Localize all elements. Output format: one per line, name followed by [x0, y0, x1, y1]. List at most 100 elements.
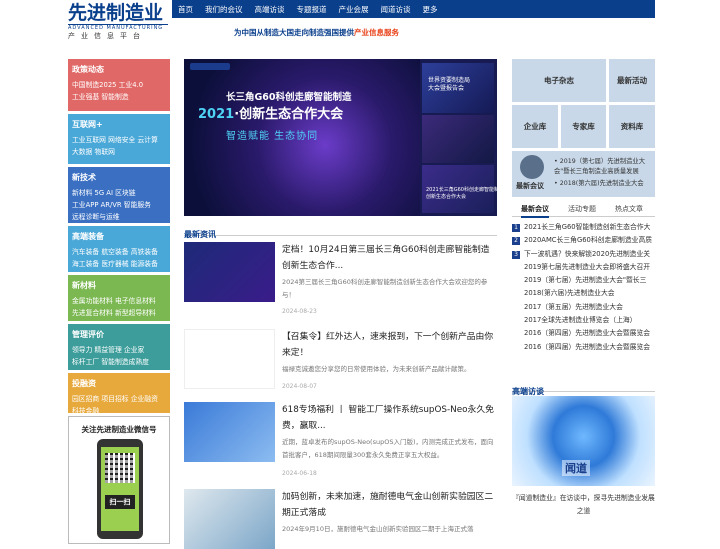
- category-newtech[interactable]: 新技术新材料 5G AI 区块链 工业APP AR/VR 智能服务 远程诊断与运维: [68, 167, 170, 223]
- main-nav: 首页 我们的会议 高端访谈 专题报道 产业会展 闻道访谈 更多: [172, 0, 655, 18]
- category-links[interactable]: 大数据 物联网: [72, 146, 166, 158]
- list-item-text[interactable]: 2016（第四届）先进制造业大会暨展览会: [524, 343, 650, 351]
- news-title[interactable]: 定档！10月24日第三届长三角G60科创走廊智能制造创新生态合作...: [282, 242, 497, 274]
- interview-caption[interactable]: 『闻道制造业』在访谈中，探寻先进制造业发展之道: [512, 492, 655, 518]
- category-links[interactable]: 远程诊断与运维: [72, 211, 166, 223]
- list-item[interactable]: 2 2020AMC长三角G60科创走廊制造业高质: [512, 234, 655, 247]
- category-links[interactable]: 园区招商 项目招标 企业融资: [72, 393, 166, 405]
- category-policy[interactable]: 政策动态中国制造2025 工业4.0 工业强基 智能制造: [68, 59, 170, 111]
- news-thumbnail[interactable]: [184, 402, 275, 462]
- interview-banner[interactable]: 闻道: [512, 396, 655, 486]
- banner-side-thumb-2[interactable]: [422, 115, 494, 163]
- tab-latest-meetings[interactable]: 最新会议: [521, 204, 549, 218]
- category-links[interactable]: 工业APP AR/VR 智能服务: [72, 199, 166, 211]
- banner-side-thumb-1[interactable]: 世界资要制造局 大会暨报告会: [422, 63, 494, 113]
- list-item[interactable]: 1 2021长三角G60智能制造创新生态合作大: [512, 221, 655, 234]
- category-title[interactable]: 投融资: [72, 378, 166, 389]
- category-sidebar: 政策动态中国制造2025 工业4.0 工业强基 智能制造 互联网+ 工业互联网 网络…: [68, 59, 170, 544]
- category-links[interactable]: 标杆工厂 智能制造成熟度: [72, 356, 166, 368]
- news-item[interactable]: 618专场福利 丨 智能工厂操作系统supOS-Neo永久免费，赢取... 近期…: [184, 402, 497, 480]
- tile-resources[interactable]: 资料库: [609, 105, 655, 148]
- list-item[interactable]: 2017全球先进制造业博览会（上海）: [512, 314, 655, 327]
- category-management[interactable]: 管理评价领导力 精益管理 企业家 标杆工厂 智能制造成熟度: [68, 324, 170, 370]
- list-item[interactable]: 2019（第七届）先进制造业大会"暨长三: [512, 274, 655, 287]
- category-links[interactable]: 新材料 5G AI 区块链: [72, 187, 166, 199]
- list-item-text[interactable]: 2019（第七届）先进制造业大会"暨长三: [524, 276, 646, 284]
- conference-tabs: 最新会议 活动专题 热点文章: [512, 202, 655, 218]
- category-title[interactable]: 互联网+: [72, 119, 166, 130]
- news-title[interactable]: 618专场福利 丨 智能工厂操作系统supOS-Neo永久免费，赢取...: [282, 402, 497, 434]
- list-item[interactable]: 2019第七届先进制造业大会即将盛大召开: [512, 261, 655, 274]
- tile-experts[interactable]: 专家库: [561, 105, 606, 148]
- list-item[interactable]: 2016（第四届）先进制造业大会暨展览会: [512, 341, 655, 354]
- category-links[interactable]: 工业强基 智能制造: [72, 91, 166, 103]
- category-title[interactable]: 新技术: [72, 172, 166, 183]
- nav-item-more[interactable]: 更多: [423, 4, 438, 15]
- category-title[interactable]: 政策动态: [72, 64, 166, 75]
- news-thumbnail[interactable]: [184, 489, 275, 549]
- category-materials[interactable]: 新材料金属功能材料 电子信息材料 先进复合材料 新型超导材料: [68, 275, 170, 321]
- category-internet[interactable]: 互联网+ 工业互联网 网络安全 云计算 大数据 物联网: [68, 114, 170, 164]
- rank-badge: 3: [512, 250, 520, 259]
- category-links[interactable]: 中国制造2025 工业4.0: [72, 79, 166, 91]
- category-links[interactable]: 先进复合材料 新型超导材料: [72, 307, 166, 319]
- category-equipment[interactable]: 高端装备汽车装备 航空装备 高铁装备 海工装备 医疗器械 能源装备: [68, 226, 170, 272]
- logo-text: 先进制造业: [68, 2, 164, 24]
- category-links[interactable]: 汽车装备 航空装备 高铁装备: [72, 246, 166, 258]
- meeting-link[interactable]: 会"暨长三角制造业高质量发展: [554, 167, 639, 177]
- list-item-text[interactable]: 2019第七届先进制造业大会即将盛大召开: [524, 263, 650, 271]
- news-thumbnail[interactable]: [184, 242, 275, 302]
- news-item[interactable]: 【召集令】红外达人，速来报到，下一个创新产品由你来定！ 福禄克诚邀您分享您的日常…: [184, 329, 497, 390]
- news-date: 2024-08-07: [282, 383, 317, 390]
- news-thumbnail[interactable]: [184, 329, 275, 389]
- list-item-text[interactable]: 2017（第五届）先进制造业大会: [524, 303, 623, 311]
- news-desc: 福禄克诚邀您分享您的日常使用体验，为未来创新产品献计献策。: [282, 365, 471, 373]
- news-item[interactable]: 加码创新，未来加速，施耐德电气金山创新实验园区二期正式落成 2024年9月10日…: [184, 489, 497, 549]
- list-item[interactable]: 2017（第五届）先进制造业大会: [512, 301, 655, 314]
- category-title[interactable]: 新材料: [72, 280, 166, 291]
- meeting-link[interactable]: • 2019（第七届）先进制造业大: [554, 157, 645, 167]
- site-logo[interactable]: 先进制造业 ADVANCED MANUFACTURING 产业信息平台: [68, 3, 168, 41]
- list-item-text[interactable]: 2016（第四届）先进制造业大会暨展览会: [524, 329, 650, 337]
- category-title[interactable]: 管理评价: [72, 329, 166, 340]
- nav-item-home[interactable]: 首页: [178, 4, 193, 15]
- nav-item-wendao[interactable]: 闻道访谈: [381, 4, 411, 15]
- news-title[interactable]: 加码创新，未来加速，施耐德电气金山创新实验园区二期正式落成: [282, 489, 497, 521]
- category-links[interactable]: 工业互联网 网络安全 云计算: [72, 134, 166, 146]
- tile-activities[interactable]: 最新活动: [609, 59, 655, 102]
- nav-item-features[interactable]: 专题报道: [297, 4, 327, 15]
- wechat-title: 关注先进制造业微信号: [81, 425, 157, 434]
- nav-item-interviews[interactable]: 高端访谈: [255, 4, 285, 15]
- tab-hot-articles[interactable]: 热点文章: [615, 204, 643, 214]
- tile-magazine[interactable]: 电子杂志: [512, 59, 606, 102]
- list-item-text[interactable]: 2020AMC长三角G60科创走廊制造业高质: [524, 236, 652, 244]
- news-title[interactable]: 【召集令】红外达人，速来报到，下一个创新产品由你来定！: [282, 329, 497, 361]
- category-finance[interactable]: 投融资 园区招商 项目招标 企业融资 科技金融: [68, 373, 170, 415]
- list-item-text[interactable]: 2018(第六届)先进制造业大会: [524, 289, 615, 297]
- logo-en: ADVANCED MANUFACTURING: [68, 24, 168, 31]
- meeting-link[interactable]: • 2018(第六届)先进制造业大会: [554, 179, 644, 189]
- banner-line2: 2021·创新生态合作大会: [198, 103, 343, 122]
- list-item-text[interactable]: 2017全球先进制造业博览会（上海）: [524, 316, 636, 324]
- right-column: 电子杂志 最新活动 企业库 专家库 资料库 最新会议 • 2019（第七届）先进…: [512, 59, 655, 207]
- nav-item-meetings[interactable]: 我们的会议: [205, 4, 243, 15]
- list-item-text[interactable]: 下一波机遇？快来解锁2020先进制造业关: [524, 250, 650, 258]
- category-links[interactable]: 金属功能材料 电子信息材料: [72, 295, 166, 307]
- tab-activity-topics[interactable]: 活动专题: [568, 204, 596, 214]
- rank-badge: 1: [512, 224, 520, 232]
- nav-item-expo[interactable]: 产业会展: [339, 4, 369, 15]
- list-item-text[interactable]: 2021长三角G60智能制造创新生态合作大: [524, 223, 650, 231]
- tile-enterprises[interactable]: 企业库: [512, 105, 558, 148]
- latest-news-header: 最新资讯: [184, 222, 497, 244]
- tile-meetings[interactable]: 最新会议 • 2019（第七届）先进制造业大 会"暨长三角制造业高质量发展 • …: [512, 151, 655, 197]
- news-item[interactable]: 定档！10月24日第三届长三角G60科创走廊智能制造创新生态合作... 2024…: [184, 242, 497, 320]
- list-item[interactable]: 3 下一波机遇？快来解锁2020先进制造业关: [512, 248, 655, 261]
- category-title[interactable]: 高端装备: [72, 231, 166, 242]
- category-links[interactable]: 海工装备 医疗器械 能源装备: [72, 258, 166, 270]
- hero-banner[interactable]: 长三角G60科创走廊智能制造 2021·创新生态合作大会 智造赋能 生态协同 世…: [184, 59, 497, 216]
- slogan-text: 为中国从制造大国走向制造强国提供: [234, 28, 354, 37]
- banner-side-thumb-3[interactable]: 2021长三角G60科创走廊智能制造 创新生态合作大会: [422, 165, 497, 213]
- category-links[interactable]: 领导力 精益管理 企业家: [72, 344, 166, 356]
- list-item[interactable]: 2018(第六届)先进制造业大会: [512, 287, 655, 300]
- list-item[interactable]: 2016（第四届）先进制造业大会暨展览会: [512, 327, 655, 340]
